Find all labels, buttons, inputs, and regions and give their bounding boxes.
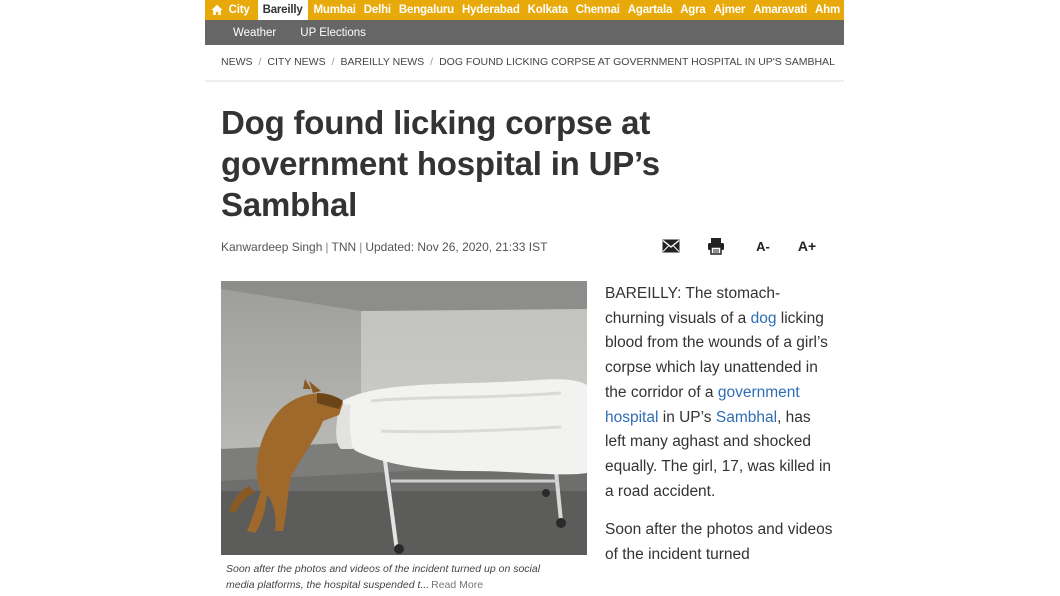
home-button[interactable]	[205, 0, 229, 20]
city-tab[interactable]: Bengaluru	[395, 0, 458, 20]
byline-separator: |	[359, 240, 363, 254]
breadcrumb-bareilly-news[interactable]: BAREILLY NEWS	[341, 56, 425, 68]
caption-text: Soon after the photos and videos of the …	[226, 563, 541, 591]
sub-nav-bar: Weather UP Elections	[205, 20, 844, 45]
updated-timestamp: Updated: Nov 26, 2020, 21:33 IST	[365, 240, 548, 254]
print-button[interactable]	[706, 236, 726, 256]
sub-nav-weather[interactable]: Weather	[233, 27, 276, 39]
author-link[interactable]: Kanwardeep Singh	[221, 240, 322, 254]
city-tab[interactable]: Delhi	[360, 0, 395, 20]
breadcrumb-news[interactable]: NEWS	[221, 56, 253, 68]
font-decrease-button[interactable]: A-	[753, 236, 773, 256]
article-title: Dog found licking corpse at government h…	[221, 104, 660, 223]
city-nav-label[interactable]: City	[229, 0, 258, 20]
city-nav-bar: City Bareilly Mumbai Delhi Bengaluru Hyd…	[205, 0, 844, 20]
source-label: TNN	[331, 240, 357, 254]
byline-separator: |	[325, 240, 329, 254]
city-tab[interactable]: Kolkata	[524, 0, 572, 20]
byline: Kanwardeep Singh | TNN | Updated: Nov 26, 20…	[221, 240, 547, 254]
article-photo[interactable]	[221, 281, 587, 555]
city-tab[interactable]: Chennai	[572, 0, 624, 20]
email-share-button[interactable]	[661, 236, 681, 256]
breadcrumb-separator: /	[258, 56, 262, 68]
font-increase-button[interactable]: A+	[795, 236, 819, 256]
page-container: City Bareilly Mumbai Delhi Bengaluru Hyd…	[205, 0, 844, 596]
read-more-link[interactable]: Read More	[431, 579, 483, 591]
article-paragraph: Soon after the photos and videos of the …	[605, 521, 833, 564]
breadcrumb-city-news[interactable]: CITY NEWS	[267, 56, 325, 68]
city-tab[interactable]: Ahm	[811, 0, 844, 20]
city-tab[interactable]: Amaravati	[749, 0, 811, 20]
home-icon	[211, 4, 223, 15]
article-paragraph: BAREILLY: The stomach-churning visuals o…	[605, 282, 833, 504]
breadcrumb-separator: /	[430, 56, 434, 68]
breadcrumb: NEWS / CITY NEWS / BAREILLY NEWS / DOG FOUND L…	[221, 56, 841, 68]
city-tab[interactable]: Hyderabad	[458, 0, 524, 20]
city-tab-active[interactable]: Bareilly	[257, 0, 308, 20]
p1-text-3: in UP’s	[658, 408, 716, 426]
article-body: BAREILLY: The stomach-churning visuals o…	[605, 282, 833, 582]
print-icon	[708, 238, 724, 255]
image-caption: Soon after the photos and videos of the …	[226, 561, 566, 593]
sub-nav-up-elections[interactable]: UP Elections	[300, 27, 366, 39]
breadcrumb-divider	[205, 80, 844, 82]
breadcrumb-separator: /	[331, 56, 335, 68]
dog-link[interactable]: dog	[751, 310, 777, 327]
city-tab[interactable]: Agartala	[624, 0, 676, 20]
dog-corpse-photo	[221, 281, 587, 555]
breadcrumb-current: DOG FOUND LICKING CORPSE AT GOVERNMENT H…	[439, 56, 835, 68]
mail-icon	[662, 239, 680, 253]
city-tab[interactable]: Mumbai	[310, 0, 360, 20]
city-tab[interactable]: Ajmer	[710, 0, 750, 20]
city-tab[interactable]: Agra	[676, 0, 709, 20]
sambhal-link[interactable]: Sambhal	[716, 409, 777, 426]
